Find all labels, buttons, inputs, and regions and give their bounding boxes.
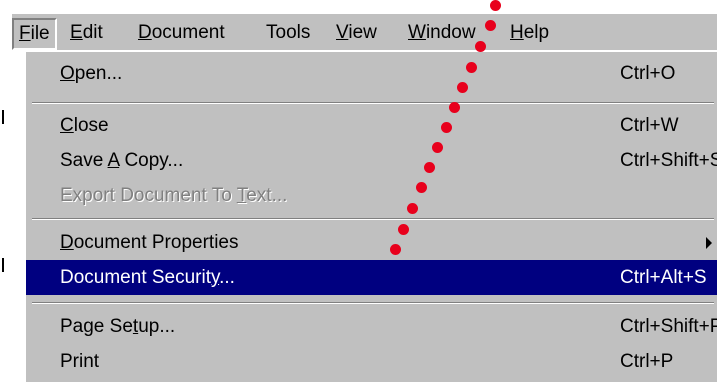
- annotation-dot: [475, 41, 486, 52]
- annotation-dot: [407, 203, 418, 214]
- menu-edit[interactable]: Edit: [64, 18, 109, 48]
- menu-edit-text-rest: dit: [82, 22, 103, 43]
- annotation-dot: [390, 244, 401, 255]
- document-edge-mark: [2, 258, 4, 272]
- menu-item-save-a-copy-label: Save A Copy...: [60, 150, 184, 171]
- menu-tools-text: Tools: [266, 22, 311, 43]
- document-edge-mark: [2, 110, 4, 124]
- menu-item-page-setup-shortcut: Ctrl+Shift+P: [620, 316, 717, 337]
- annotation-dot: [441, 122, 452, 133]
- annotation-dot: [432, 142, 443, 153]
- menu-item-document-properties[interactable]: Document Properties: [26, 225, 717, 260]
- annotation-dot: [424, 162, 435, 173]
- menu-item-save-a-copy[interactable]: Save A Copy... Ctrl+Shift+S: [26, 143, 717, 178]
- menu-file-mnemonic: F: [19, 23, 31, 44]
- menu-item-document-properties-label: Document Properties: [60, 232, 239, 253]
- menu-item-print[interactable]: Print Ctrl+P: [26, 344, 717, 379]
- annotation-dot: [398, 224, 409, 235]
- annotation-dot: [416, 182, 427, 193]
- menu-separator: [32, 218, 714, 220]
- annotation-dot: [490, 0, 501, 11]
- menu-separator: [32, 302, 714, 304]
- menu-item-print-label: Print: [60, 351, 100, 372]
- menu-item-document-security-label: Document Security...: [60, 267, 235, 288]
- menu-edit-mnemonic: E: [70, 22, 83, 43]
- menu-file-text-rest: ile: [30, 23, 50, 44]
- menu-item-open-shortcut: Ctrl+O: [620, 63, 676, 84]
- annotation-dot: [457, 82, 468, 93]
- annotation-dot: [485, 20, 496, 31]
- menu-document-mnemonic: D: [138, 22, 152, 43]
- menu-item-open-label: Open...: [60, 63, 123, 84]
- menu-item-page-setup[interactable]: Page Setup... Ctrl+Shift+P: [26, 309, 717, 344]
- menu-item-print-shortcut: Ctrl+P: [620, 351, 674, 372]
- menu-item-open[interactable]: Open... Ctrl+O: [26, 56, 717, 91]
- menu-item-document-security-shortcut: Ctrl+Alt+S: [620, 267, 707, 288]
- menu-view-mnemonic: V: [336, 22, 349, 43]
- menu-tools[interactable]: Tools: [260, 18, 316, 48]
- menu-item-close-shortcut: Ctrl+W: [620, 115, 679, 136]
- menu-help-mnemonic: H: [510, 22, 524, 43]
- submenu-arrow-icon: [706, 237, 712, 249]
- menu-separator: [32, 102, 714, 104]
- menu-view-text-rest: iew: [348, 22, 377, 43]
- file-menu-dropdown: Open... Ctrl+O Close Ctrl+W Save A Copy.…: [24, 50, 717, 382]
- menu-item-close-label: Close: [60, 115, 109, 136]
- menu-help[interactable]: Help: [504, 18, 555, 48]
- menu-file[interactable]: File: [12, 18, 57, 50]
- menu-item-document-security[interactable]: Document Security... Ctrl+Alt+S: [26, 260, 717, 295]
- annotation-dot: [449, 102, 460, 113]
- menu-document[interactable]: Document: [132, 18, 231, 48]
- menu-item-page-setup-label: Page Setup...: [60, 316, 176, 337]
- menu-window-mnemonic: W: [408, 22, 426, 43]
- menu-item-close[interactable]: Close Ctrl+W: [26, 108, 717, 143]
- menu-window[interactable]: Window: [402, 18, 482, 48]
- annotation-dot: [466, 62, 477, 73]
- menu-bar: File Edit Document Tools View Window Hel…: [12, 14, 717, 50]
- document-edge: [0, 0, 12, 368]
- menu-document-text-rest: ocument: [151, 22, 225, 43]
- menu-help-text-rest: elp: [523, 22, 550, 43]
- menu-item-export-to-text: Export Document To Text...: [26, 178, 717, 213]
- menu-window-text-rest: indow: [425, 22, 476, 43]
- menu-item-save-a-copy-shortcut: Ctrl+Shift+S: [620, 150, 717, 171]
- menu-item-export-to-text-label: Export Document To Text...: [60, 185, 288, 206]
- menu-view[interactable]: View: [330, 18, 383, 48]
